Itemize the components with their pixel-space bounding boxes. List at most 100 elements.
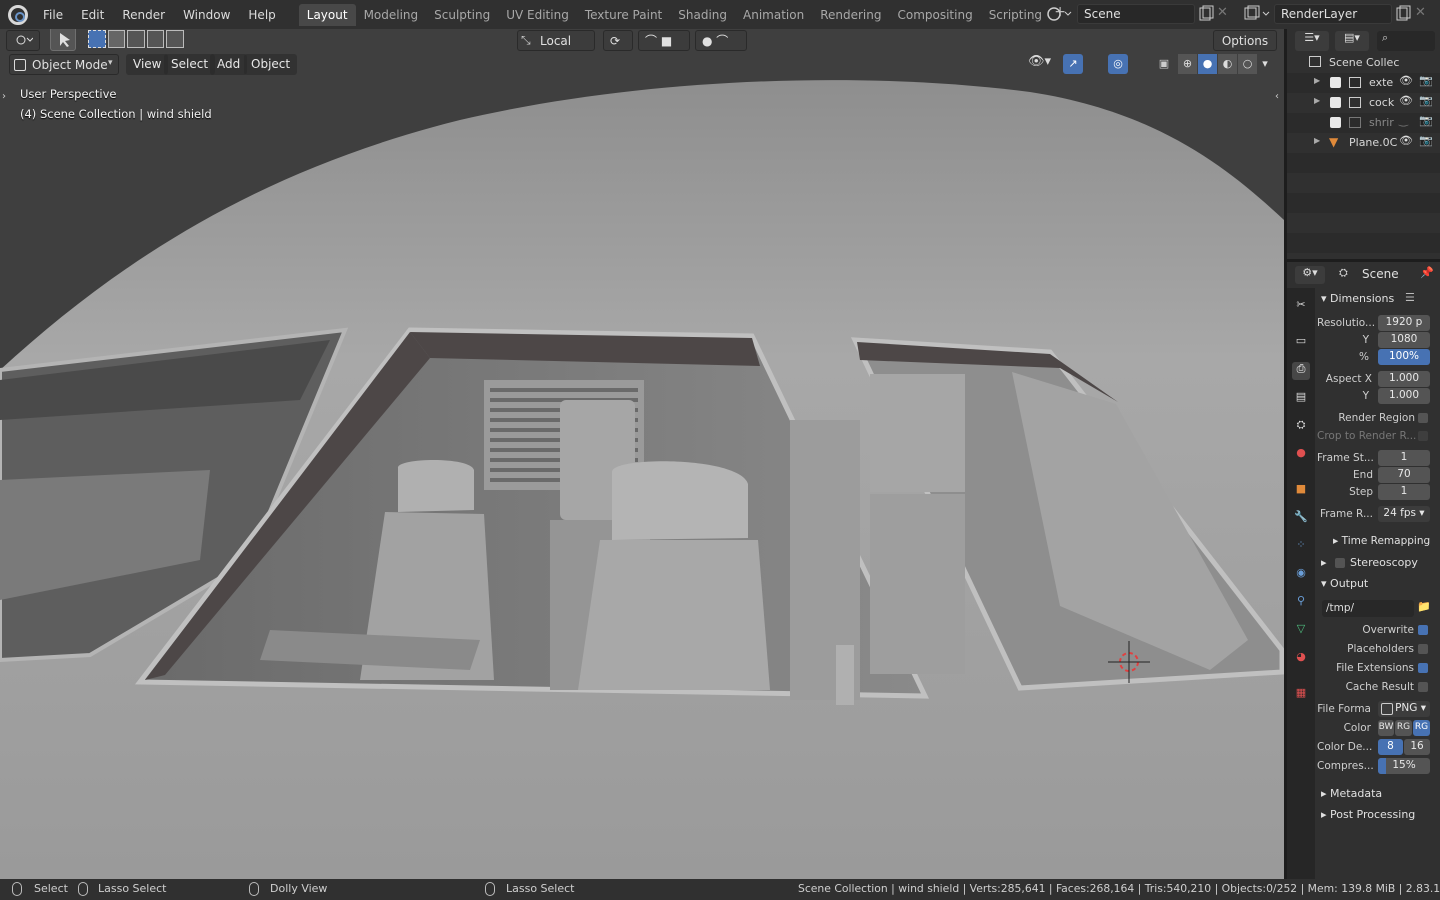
select-tool-icon[interactable]: [50, 29, 76, 51]
color-bw-option[interactable]: BW: [1378, 720, 1394, 736]
delete-scene-icon[interactable]: ✕: [1217, 5, 1233, 23]
stereoscopy-checkbox[interactable]: [1335, 558, 1345, 568]
metadata-section[interactable]: ▸ Metadata: [1321, 787, 1382, 800]
file-extensions-checkbox[interactable]: [1418, 663, 1428, 673]
texture-tab-icon[interactable]: ▦: [1292, 686, 1310, 704]
aspect-y-field[interactable]: 1.000: [1378, 388, 1430, 404]
color-rgb-option[interactable]: RG: [1395, 720, 1412, 736]
material-shading-icon[interactable]: ◐: [1218, 54, 1237, 74]
display-mode-icon[interactable]: ▤▾: [1335, 31, 1369, 51]
include-checkbox[interactable]: [1330, 97, 1341, 108]
view-layer-tab-icon[interactable]: ▤: [1292, 390, 1310, 408]
xray-icon[interactable]: ▣: [1154, 54, 1174, 74]
render-tab-icon[interactable]: ▭: [1292, 334, 1310, 352]
outliner-root[interactable]: Scene Collec: [1287, 53, 1440, 73]
physics-tab-icon[interactable]: ◉: [1292, 566, 1310, 584]
cache-result-checkbox[interactable]: [1418, 682, 1428, 692]
render-region-checkbox[interactable]: [1418, 413, 1428, 423]
camera-icon[interactable]: 📷: [1419, 134, 1433, 147]
properties-editor-icon[interactable]: ⚙▾: [1295, 266, 1325, 284]
view-layer-icon[interactable]: [1242, 4, 1272, 24]
snap-icon[interactable]: ⌒ ■: [638, 30, 690, 51]
search-icon[interactable]: ⌕: [1377, 31, 1435, 51]
menu-file[interactable]: File: [34, 4, 72, 26]
frame-step-field[interactable]: 1: [1378, 484, 1430, 500]
outliner-editor-icon[interactable]: ☰▾: [1295, 31, 1329, 51]
modifier-tab-icon[interactable]: 🔧: [1292, 510, 1310, 528]
resolution-x-field[interactable]: 1920 p: [1378, 315, 1430, 331]
scene-tab-icon[interactable]: ⛭: [1292, 418, 1310, 436]
dimensions-section[interactable]: ▾ Dimensions: [1321, 292, 1394, 305]
eye-icon[interactable]: 👁: [1399, 134, 1413, 147]
rendered-shading-icon[interactable]: ○: [1238, 54, 1257, 74]
select-new-icon[interactable]: [88, 30, 106, 48]
eye-closed-icon[interactable]: ‿: [1399, 114, 1408, 127]
gizmo-icon[interactable]: ↗: [1063, 54, 1103, 74]
compression-slider[interactable]: 15%: [1378, 758, 1430, 774]
constraints-tab-icon[interactable]: ⚲: [1292, 594, 1310, 612]
blender-logo-icon[interactable]: [8, 4, 28, 25]
expand-arrow-icon[interactable]: ▶: [1314, 96, 1320, 105]
outliner-item-cockpit[interactable]: ▶ cock 👁 📷: [1287, 93, 1440, 113]
select-extend-icon[interactable]: [107, 30, 126, 48]
sidebar-expand-icon[interactable]: ‹: [1275, 91, 1279, 102]
scene-name-field[interactable]: Scene: [1077, 4, 1195, 24]
presets-icon[interactable]: ☰: [1405, 291, 1415, 304]
output-section[interactable]: ▾ Output: [1321, 577, 1368, 590]
tool-tab-icon[interactable]: ✂: [1292, 298, 1310, 316]
select-menu[interactable]: Select: [164, 54, 216, 75]
editor-type-button[interactable]: [6, 30, 40, 51]
tab-uv-editing[interactable]: UV Editing: [498, 4, 577, 26]
outliner-item-exterior[interactable]: ▶ exte 👁 📷: [1287, 73, 1440, 93]
menu-render[interactable]: Render: [113, 4, 174, 26]
tab-texture-paint[interactable]: Texture Paint: [577, 4, 670, 26]
material-tab-icon[interactable]: ◕: [1292, 650, 1310, 668]
delete-layer-icon[interactable]: ✕: [1415, 5, 1431, 23]
add-menu[interactable]: Add: [210, 54, 248, 75]
new-scene-icon[interactable]: [1197, 5, 1215, 23]
select-subtract-icon[interactable]: [127, 30, 145, 48]
toolbar-expand-icon[interactable]: ›: [2, 91, 6, 102]
solid-shading-icon[interactable]: ●: [1198, 54, 1217, 74]
time-remapping-section[interactable]: ▸ Time Remapping: [1333, 535, 1430, 547]
resolution-percent-field[interactable]: 100%: [1378, 349, 1430, 365]
frame-rate-dropdown[interactable]: 24 fps ▾: [1378, 506, 1430, 522]
tab-scripting[interactable]: Scripting: [981, 4, 1050, 26]
tab-shading[interactable]: Shading: [670, 4, 735, 26]
menu-edit[interactable]: Edit: [72, 4, 113, 26]
depth-8-option[interactable]: 8: [1378, 739, 1403, 755]
menu-window[interactable]: Window: [174, 4, 239, 26]
resolution-y-field[interactable]: 1080: [1378, 332, 1430, 348]
visibility-icon[interactable]: 👁▾: [1028, 54, 1058, 74]
shading-options-icon[interactable]: ▾: [1258, 54, 1272, 74]
menu-help[interactable]: Help: [239, 4, 284, 26]
expand-arrow-icon[interactable]: ▶: [1314, 136, 1320, 145]
folder-icon[interactable]: 📁: [1416, 600, 1432, 617]
camera-icon[interactable]: 📷: [1419, 74, 1433, 87]
include-checkbox[interactable]: [1330, 117, 1341, 128]
frame-end-field[interactable]: 70: [1378, 467, 1430, 483]
overwrite-checkbox[interactable]: [1418, 625, 1428, 635]
object-tab-icon[interactable]: ■: [1292, 482, 1310, 500]
tab-sculpting[interactable]: Sculpting: [426, 4, 498, 26]
select-intersect-icon[interactable]: [166, 30, 184, 48]
output-path-field[interactable]: /tmp/: [1322, 600, 1414, 617]
options-button[interactable]: Options: [1213, 30, 1277, 51]
pin-icon[interactable]: 📌: [1420, 266, 1434, 279]
aspect-x-field[interactable]: 1.000: [1378, 371, 1430, 387]
include-checkbox[interactable]: [1330, 77, 1341, 88]
tab-animation[interactable]: Animation: [735, 4, 812, 26]
select-invert-icon[interactable]: [146, 30, 165, 48]
render-layer-field[interactable]: RenderLayer: [1274, 4, 1392, 24]
viewport-scene[interactable]: [0, 29, 1284, 879]
new-layer-icon[interactable]: [1394, 5, 1412, 23]
scene-type-icon[interactable]: [1044, 4, 1074, 24]
tab-modeling[interactable]: Modeling: [356, 4, 427, 26]
tab-layout[interactable]: Layout: [298, 3, 356, 26]
eye-icon[interactable]: 👁: [1399, 94, 1413, 107]
wireframe-shading-icon[interactable]: ⊕: [1178, 54, 1197, 74]
pivot-point-icon[interactable]: ⟳: [603, 30, 633, 51]
crop-checkbox[interactable]: [1418, 431, 1428, 441]
expand-arrow-icon[interactable]: ▶: [1314, 76, 1320, 85]
world-tab-icon[interactable]: ●: [1292, 446, 1310, 464]
